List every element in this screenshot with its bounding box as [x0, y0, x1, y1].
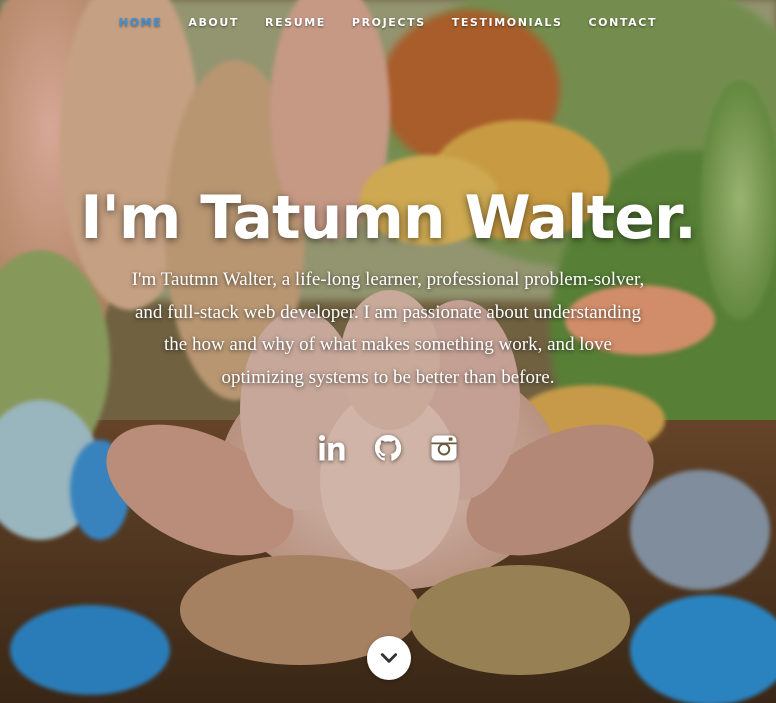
scroll-down-button[interactable] — [367, 636, 411, 680]
instagram-link[interactable] — [428, 432, 460, 464]
instagram-icon — [431, 435, 457, 461]
main-nav: HOME ABOUT RESUME PROJECTS TESTIMONIALS … — [0, 0, 776, 44]
headline: I'm Tatumn Walter. — [80, 183, 697, 253]
banner: I'm Tatumn Walter. I'm Tautmn Walter, a … — [0, 180, 776, 464]
chevron-down-icon — [380, 653, 398, 663]
nav-resume[interactable]: RESUME — [252, 16, 339, 29]
nav-testimonials[interactable]: TESTIMONIALS — [439, 16, 576, 29]
linkedin-link[interactable] — [316, 432, 348, 464]
github-icon — [374, 434, 402, 461]
nav-about[interactable]: ABOUT — [175, 16, 252, 29]
intro-text: I'm Tautmn Walter, a life-long learner, … — [131, 269, 645, 388]
linkedin-icon — [319, 435, 345, 461]
github-link[interactable] — [372, 432, 404, 464]
nav-home[interactable]: HOME — [106, 16, 175, 29]
nav-contact[interactable]: CONTACT — [576, 16, 671, 29]
social-links — [0, 432, 776, 464]
nav-projects[interactable]: PROJECTS — [339, 16, 439, 29]
